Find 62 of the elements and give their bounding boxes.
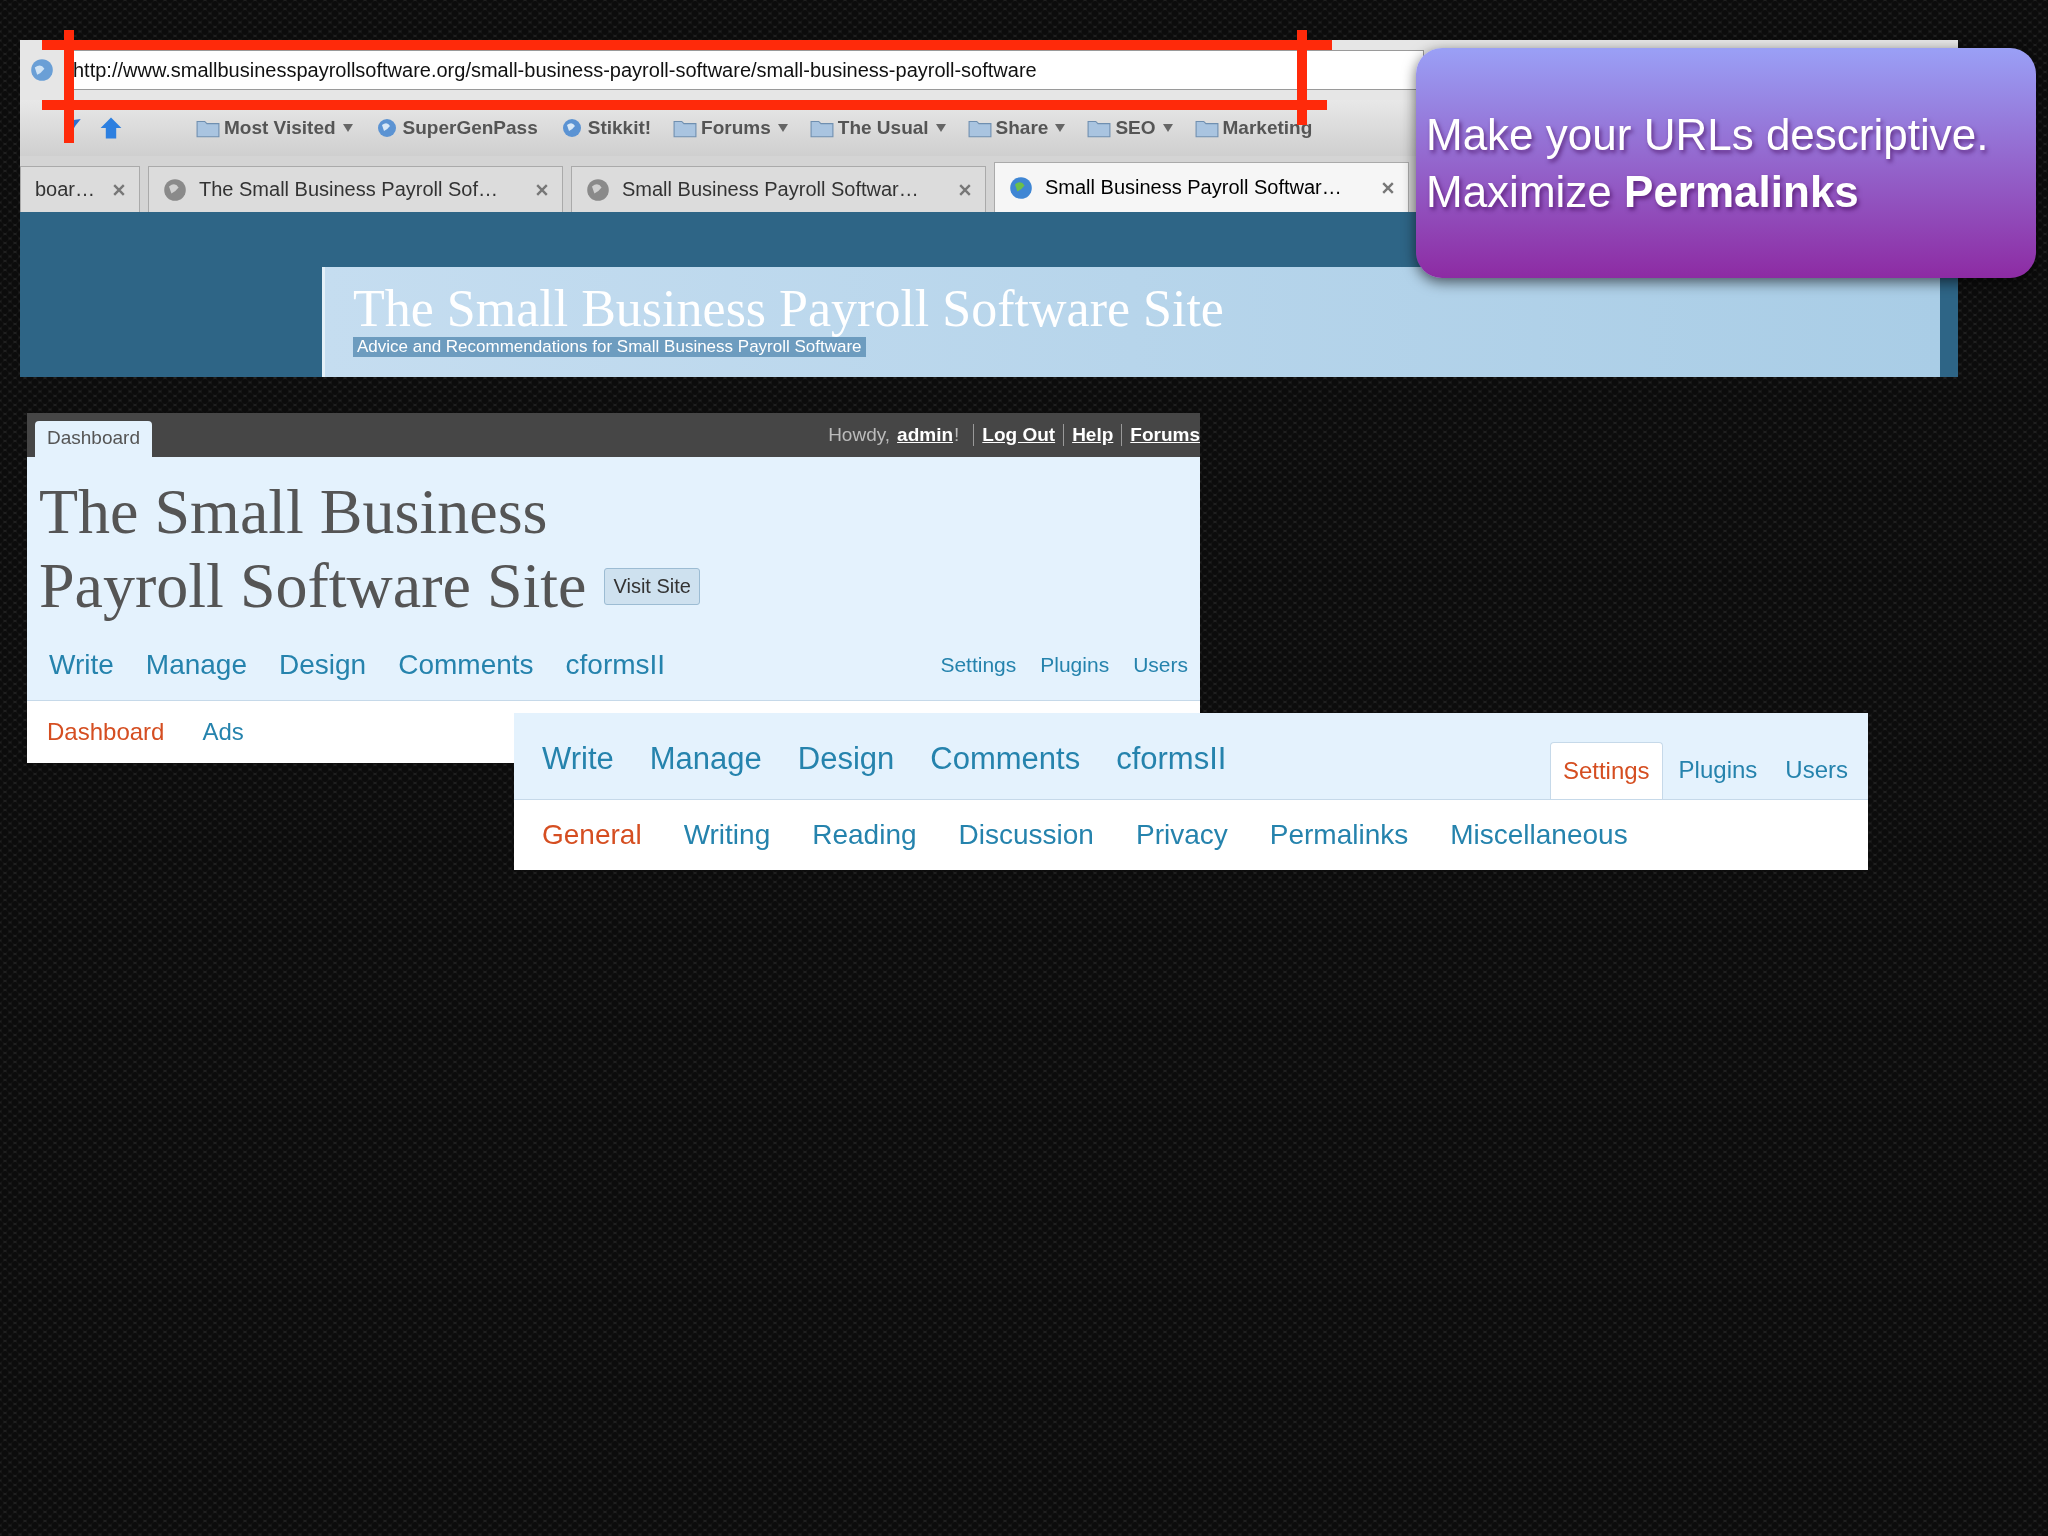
- folder-icon: [1194, 118, 1219, 138]
- greeting-text: Howdy,: [828, 424, 891, 446]
- submenu-item[interactable]: Privacy: [1135, 819, 1228, 851]
- bookmark-item[interactable]: SEO: [1087, 117, 1173, 139]
- site-title: Payroll Software Site: [39, 549, 587, 623]
- visit-site-button[interactable]: Visit Site: [604, 567, 700, 605]
- site-title: The Small Business: [39, 475, 549, 549]
- close-icon[interactable]: [1382, 181, 1394, 194]
- submenu-item[interactable]: General: [542, 819, 642, 851]
- bookmark-item[interactable]: Forums: [673, 117, 788, 139]
- submenu-item[interactable]: Permalinks: [1269, 819, 1409, 851]
- submenu-item[interactable]: Discussion: [958, 819, 1094, 851]
- menu-item[interactable]: Design: [797, 741, 895, 777]
- submenu-item[interactable]: Reading: [812, 819, 917, 851]
- globe-icon: [30, 58, 54, 82]
- callout-text: Make your URLs descriptive.: [1426, 109, 1990, 161]
- menu-item[interactable]: Users: [1133, 653, 1188, 677]
- bookmark-item[interactable]: The Usual: [809, 117, 946, 139]
- header-link[interactable]: Help: [1063, 424, 1114, 446]
- user-link[interactable]: admin: [896, 424, 955, 446]
- browser-tab[interactable]: Small Business Payroll Softwar…: [994, 162, 1409, 212]
- folder-icon: [673, 118, 698, 138]
- site-tagline: Advice and Recommendations for Small Business Payroll Software: [353, 337, 866, 357]
- menu-item[interactable]: Comments: [398, 649, 534, 681]
- menu-item[interactable]: Comments: [930, 741, 1081, 777]
- header-link[interactable]: Log Out: [973, 424, 1056, 446]
- folder-icon: [196, 118, 220, 138]
- menu-item[interactable]: Plugins: [1040, 653, 1110, 677]
- menu-item[interactable]: Manage: [145, 649, 247, 681]
- menu-item[interactable]: Write: [49, 649, 114, 681]
- folder-icon: [809, 118, 834, 138]
- bookmark-item[interactable]: Marketing: [1194, 117, 1313, 139]
- callout-text: Maximize Permalinks: [1426, 166, 1860, 218]
- browser-tab[interactable]: boar…: [20, 166, 140, 212]
- greeting-text: !: [954, 424, 960, 446]
- close-icon[interactable]: [959, 183, 971, 196]
- submenu-item[interactable]: Writing: [683, 819, 771, 851]
- submenu-item[interactable]: Miscellaneous: [1450, 819, 1628, 851]
- menu-item[interactable]: cformsII: [1116, 741, 1227, 777]
- menu-tab[interactable]: Settings: [1549, 742, 1663, 799]
- browser-tab[interactable]: The Small Business Payroll Sof…: [148, 166, 563, 212]
- menu-item[interactable]: Write: [542, 741, 614, 777]
- home-icon[interactable]: [98, 115, 124, 141]
- folder-icon: [1087, 118, 1112, 138]
- submenu-item[interactable]: Dashboard: [47, 718, 165, 746]
- folder-icon: [967, 118, 992, 138]
- menu-item[interactable]: Manage: [649, 741, 762, 777]
- bookmark-item[interactable]: Share: [967, 117, 1066, 139]
- close-icon[interactable]: [536, 183, 548, 196]
- dashboard-tab[interactable]: Dashboard: [35, 421, 152, 457]
- menu-item[interactable]: cformsII: [565, 649, 666, 681]
- close-icon[interactable]: [113, 183, 125, 196]
- menu-tab[interactable]: Plugins: [1666, 742, 1770, 799]
- browser-tab[interactable]: Small Business Payroll Softwar…: [571, 166, 986, 212]
- bookmark-item[interactable]: Stikkit!: [559, 117, 652, 139]
- menu-item[interactable]: Design: [279, 649, 367, 681]
- header-link[interactable]: Forums: [1121, 424, 1200, 446]
- submenu-item[interactable]: Ads: [202, 718, 244, 746]
- menu-tab[interactable]: Users: [1773, 742, 1860, 799]
- bookmark-item[interactable]: Most Visited: [196, 117, 353, 139]
- bookmark-item[interactable]: SuperGenPass: [374, 117, 538, 139]
- menu-item[interactable]: Settings: [940, 653, 1017, 677]
